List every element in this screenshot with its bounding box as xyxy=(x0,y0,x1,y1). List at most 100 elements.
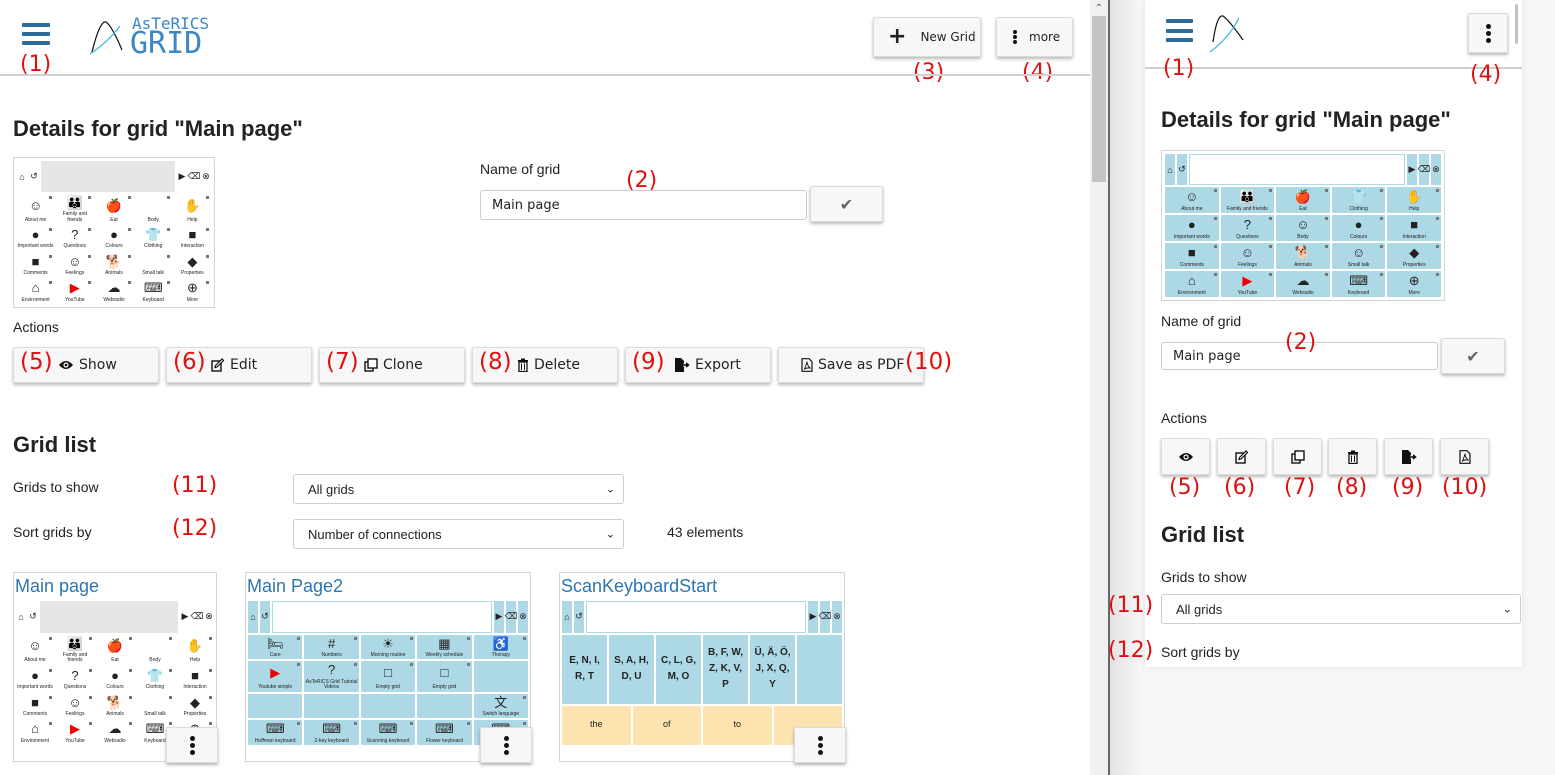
cell-link-marker xyxy=(1324,245,1328,249)
page-scrollbar-thumb[interactable] xyxy=(1092,16,1106,182)
preview-cell: ? Questions xyxy=(1220,215,1275,242)
cell-label: Questions xyxy=(63,684,87,691)
mobile-action-clone-button[interactable] xyxy=(1273,438,1322,475)
preview-cell xyxy=(417,693,472,719)
cell-link-marker xyxy=(127,254,131,258)
cell-link-marker xyxy=(410,636,414,640)
cell-link-marker xyxy=(1380,245,1384,249)
new-grid-button[interactable]: + New Grid xyxy=(873,17,981,57)
preview-cell: ◆ Properties xyxy=(176,693,214,719)
cell-symbol-icon: 🐕 xyxy=(105,253,123,269)
grid-card[interactable]: ScanKeyboardStart ⌂ ↺ ▶ ⌫ ⊗ E, N, I, R, T S, A… xyxy=(559,572,846,763)
cell-symbol-icon: ☺ xyxy=(1296,216,1310,232)
cell-label: Empty grid xyxy=(376,684,400,691)
clear-icon: ⊗ xyxy=(205,611,213,622)
cell-symbol-icon: ▶ xyxy=(1242,272,1253,288)
preview-cell: ☺ Feelings xyxy=(1220,243,1275,270)
cell-label: Animals xyxy=(106,710,124,717)
preview-cell: Small talk xyxy=(134,252,172,278)
annotation-2-mobile: (2) xyxy=(1285,330,1317,355)
mobile-action-delete-button[interactable] xyxy=(1328,438,1377,475)
grid-card-preview[interactable]: ⌂ ↺ ▶ ⌫ ⊗ 🛏 Care # Numbers ☀ Morning routine ▦ Weekl… xyxy=(248,601,528,745)
preview-cell: 🐕 Animals xyxy=(96,693,134,719)
grid-card-title[interactable]: ScanKeyboardStart xyxy=(561,576,717,597)
sort-grids-select[interactable]: Number of connections ⌄ xyxy=(293,519,624,549)
cell-link-marker xyxy=(49,722,52,726)
preview-text-field xyxy=(41,161,175,193)
mobile-header-divider xyxy=(1145,67,1522,69)
grid-card-preview[interactable]: ⌂ ↺ ▶ ⌫ ⊗ ☺ About me 👪 Family and friends 🍎 Eat Bod… xyxy=(16,601,214,745)
mobile-action-show-button[interactable] xyxy=(1161,438,1210,475)
grids-to-show-select[interactable]: All grids ⌄ xyxy=(293,474,624,504)
grid-card-title[interactable]: Main page xyxy=(15,576,99,597)
checkmark-icon: ✔ xyxy=(839,194,854,214)
cell-label: Keyboard xyxy=(144,737,166,744)
preview-cell: ◆ Properties xyxy=(1387,243,1441,270)
mobile-save-name-button[interactable]: ✔ xyxy=(1441,338,1505,374)
menu-button[interactable] xyxy=(22,23,50,45)
grids-to-show-label: Grids to show xyxy=(13,479,99,495)
undo-icon: ↺ xyxy=(30,171,38,182)
grid-card-preview[interactable]: ⌂ ↺ ▶ ⌫ ⊗ E, N, I, R, T S, A, H, D, U C, L, G, … xyxy=(562,601,842,745)
cell-symbol-icon: # xyxy=(327,635,336,651)
cell-link-marker xyxy=(129,636,132,640)
cell-symbol-icon: 👪 xyxy=(66,195,83,211)
grid-card-more-button[interactable] xyxy=(794,727,846,763)
grid-card-title[interactable]: Main Page2 xyxy=(247,576,343,597)
backspace-icon: ⌫ xyxy=(190,611,204,622)
cell-label: Scanning keyboard xyxy=(366,737,410,744)
preview-cell: ● Important words xyxy=(16,666,54,692)
grid-card-more-button[interactable] xyxy=(166,727,218,763)
cell-label: Webradio xyxy=(104,737,126,744)
action-save-as-pdf-button[interactable]: Save as PDF xyxy=(778,347,924,383)
cell-label: Clothing xyxy=(145,684,165,691)
grid-card-more-button[interactable] xyxy=(480,727,532,763)
cell-link-marker xyxy=(297,663,301,667)
cell-symbol-icon: ● xyxy=(31,667,39,683)
preview-cell: Body xyxy=(136,634,174,665)
preview-cell: 🍎 Eat xyxy=(96,634,134,665)
cell-link-marker xyxy=(49,695,52,699)
preview-cell: ● Important words xyxy=(1165,215,1219,242)
mobile-action-save-as-pdf-button[interactable] xyxy=(1440,438,1489,475)
vertical-dots-icon xyxy=(503,735,509,755)
mobile-action-export-button[interactable] xyxy=(1384,438,1433,475)
more-button[interactable]: more xyxy=(996,17,1073,57)
preview-cell: ⌨ 2-key keyboard xyxy=(304,720,359,745)
mobile-grids-to-show-value: All grids xyxy=(1176,601,1223,617)
annotation-5: (5) xyxy=(20,349,53,375)
grid-name-input[interactable]: Main page xyxy=(480,190,807,220)
preview-cell: ? AsTeRICS Grid Tutorial Videos xyxy=(304,661,359,692)
cell-label: YouTube xyxy=(1237,289,1258,296)
mobile-scrollbar[interactable] xyxy=(1515,4,1518,44)
cell-label: Eat xyxy=(111,657,119,664)
cell-label: Small talk xyxy=(144,710,166,717)
eye-icon xyxy=(58,358,74,372)
annotation-6: (6) xyxy=(173,349,206,375)
undo-icon: ↺ xyxy=(29,611,37,622)
preview-cell: ✋ Help xyxy=(1387,187,1441,214)
grid-card[interactable]: Main Page2 ⌂ ↺ ▶ ⌫ ⊗ 🛏 Care # Numbers ☀ Morning ro… xyxy=(245,572,532,763)
cell-link-marker xyxy=(1380,273,1384,277)
mobile-more-button[interactable] xyxy=(1468,13,1508,53)
preview-cell: ● Colours xyxy=(96,666,134,692)
cell-symbol-icon: ? xyxy=(1243,216,1251,232)
mobile-menu-button[interactable] xyxy=(1166,19,1193,42)
action-label: Delete xyxy=(534,357,580,373)
annotation-12: (12) xyxy=(172,516,218,541)
scroll-up-arrow-icon[interactable]: ⌃ xyxy=(1090,0,1108,16)
cell-label: Properties xyxy=(1402,261,1426,268)
trash-icon xyxy=(517,358,529,372)
preview-text-field xyxy=(40,601,178,633)
save-name-button[interactable]: ✔ xyxy=(810,186,883,222)
cell-link-marker xyxy=(88,281,92,285)
backspace-icon: ⌫ xyxy=(1418,154,1430,186)
mobile-grids-to-show-select[interactable]: All grids ⌄ xyxy=(1161,594,1521,624)
preview-cell: 🍎 Eat xyxy=(95,194,133,225)
cell-label: Properties xyxy=(183,710,207,717)
cell-label: More xyxy=(186,296,199,303)
grid-card[interactable]: Main page ⌂ ↺ ▶ ⌫ ⊗ ☺ About me 👪 Family and frie… xyxy=(13,572,218,763)
preview-cell: ☺ Feelings xyxy=(56,252,94,278)
preview-cell: ⊕More xyxy=(173,279,211,304)
mobile-action-edit-button[interactable] xyxy=(1217,438,1266,475)
